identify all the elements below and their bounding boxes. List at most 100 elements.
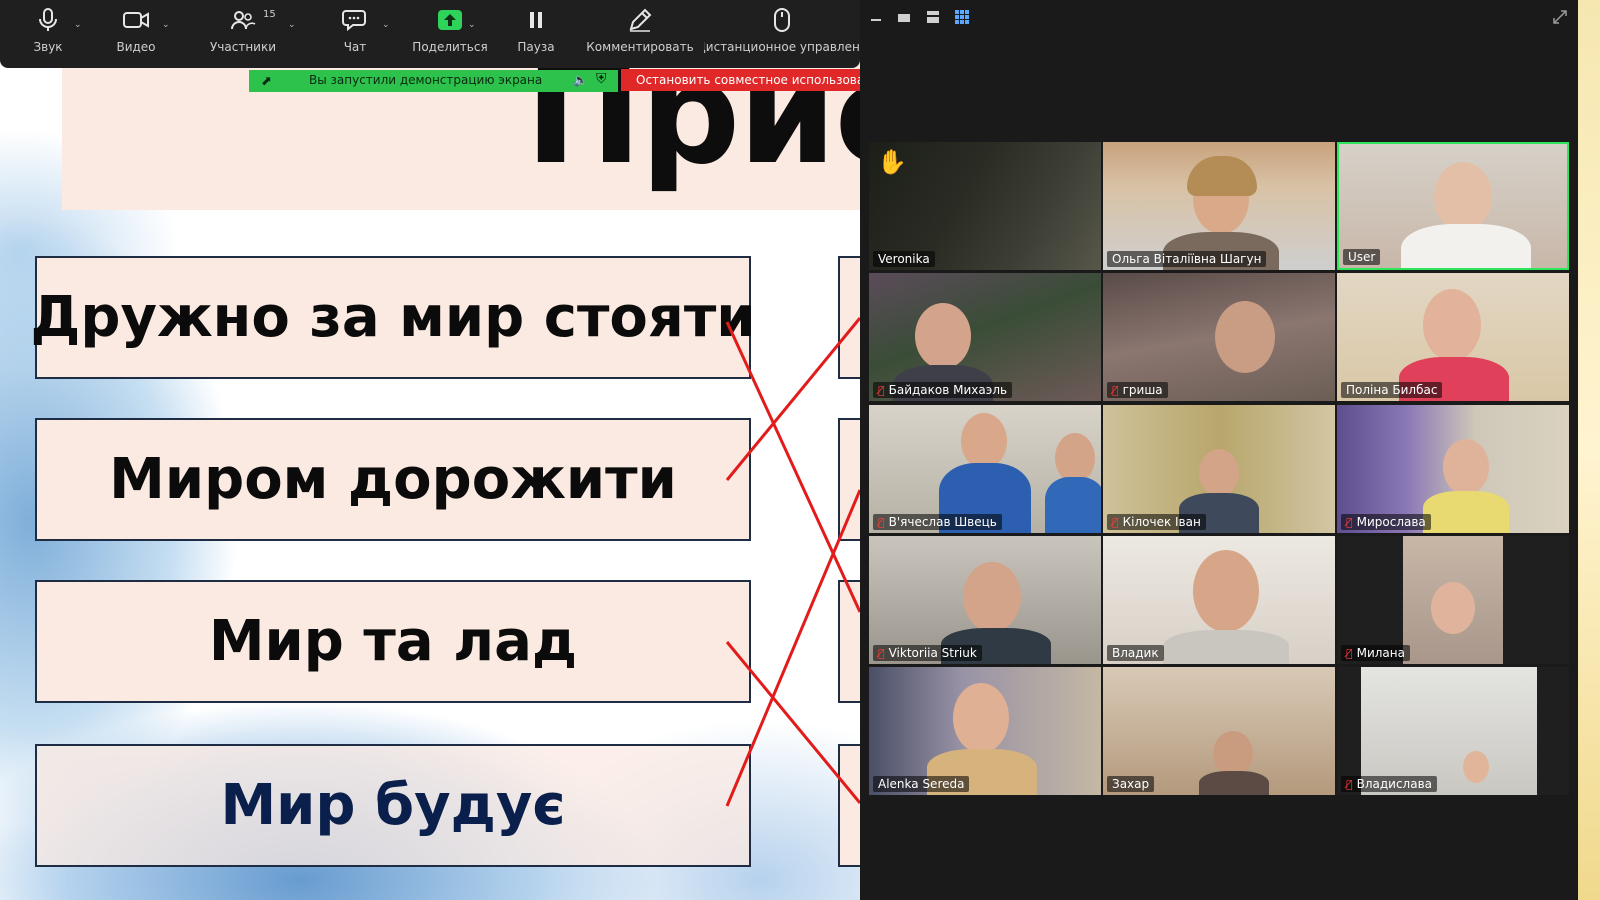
annotation-line — [725, 321, 860, 613]
chat-button[interactable]: Чат — [335, 0, 375, 68]
participant-name: 🎙̸ В'ячеслав Швець — [873, 514, 1002, 530]
participant-video — [1045, 477, 1101, 533]
participants-label: Участники — [209, 40, 277, 54]
muted-mic-icon: 🎙̸ — [1346, 647, 1353, 660]
participant-tile[interactable]: 🎙̸ Милана — [1337, 536, 1569, 664]
participant-name: 🎙̸ Байдаков Михаэль — [873, 382, 1013, 398]
participant-name: Alenka Sereda — [873, 776, 970, 792]
share-screen-icon — [437, 0, 463, 40]
pause-share-button[interactable]: Пауза — [508, 0, 564, 68]
sharing-status-bar: ⬈ Вы запустили демонстрацию экрана 🔈 ⛨ — [249, 70, 618, 92]
chat-bubble-icon — [342, 0, 368, 40]
participant-name: 🎙̸ Милана — [1341, 645, 1410, 661]
participants-count: 15 — [263, 9, 276, 20]
participant-video — [1463, 751, 1489, 783]
share-label: Поделиться — [412, 40, 488, 54]
remote-control-button[interactable]: Дистанционное управлени — [704, 0, 860, 68]
participant-video — [1199, 771, 1269, 795]
participant-tile[interactable]: Alenka Sereda — [869, 667, 1101, 795]
participant-tile[interactable]: ✋ Veronika — [869, 142, 1101, 270]
participant-tile[interactable]: 🎙̸ Владислава — [1337, 667, 1569, 795]
participant-name: Владик — [1107, 645, 1164, 661]
participant-video — [1401, 224, 1531, 268]
participant-name: Ольга Віталіївна Шагун — [1107, 251, 1267, 267]
gallery-view-icon[interactable] — [955, 9, 969, 24]
chevron-down-icon[interactable]: ⌄ — [162, 20, 170, 30]
participant-video — [915, 303, 971, 369]
annotation-line — [725, 489, 860, 807]
participant-video — [1431, 582, 1475, 634]
annotation-lines — [725, 317, 860, 807]
participant-name: 🎙̸ гриша — [1107, 382, 1168, 398]
pause-label: Пауза — [517, 40, 555, 54]
muted-mic-icon: 🎙̸ — [1112, 516, 1119, 529]
participant-name: 🎙̸ Мирослава — [1341, 514, 1431, 530]
participant-tile[interactable]: Захар — [1103, 667, 1335, 795]
participant-name-text: Владислава — [1356, 777, 1433, 791]
expand-icon[interactable] — [1552, 9, 1568, 24]
participant-name-text: Кілочек Іван — [1122, 515, 1201, 529]
pin-icon[interactable]: ⬈ — [261, 74, 272, 89]
shield-icon: ⛨ — [596, 71, 607, 87]
participant-tile[interactable]: Владик — [1103, 536, 1335, 664]
chat-label: Чат — [343, 40, 367, 54]
stop-share-button[interactable]: Остановить совместное использова — [621, 69, 860, 91]
participant-tile[interactable]: 🎙̸ Мирослава — [1337, 405, 1569, 533]
participant-tile[interactable]: Поліна Билбас — [1337, 273, 1569, 401]
annotate-label: Комментировать — [586, 40, 694, 54]
muted-mic-icon: 🎙̸ — [878, 647, 885, 660]
desktop-background-edge — [1578, 0, 1600, 900]
participant-name-text: Мирослава — [1356, 515, 1426, 529]
participant-tile[interactable]: 🎙̸ Байдаков Михаэль — [869, 273, 1101, 401]
participant-video — [1423, 289, 1481, 361]
pencil-icon — [627, 0, 653, 40]
speaker-icon[interactable]: 🔈 — [573, 73, 588, 87]
annotation-line — [725, 641, 860, 804]
share-button[interactable]: Поделиться — [408, 0, 492, 68]
remote-control-label: Дистанционное управлени — [704, 40, 860, 54]
participant-video — [1187, 156, 1257, 196]
participant-video — [961, 413, 1007, 469]
speaker-view-icon[interactable] — [897, 9, 911, 23]
participant-video — [963, 562, 1021, 632]
muted-mic-icon: 🎙̸ — [878, 516, 885, 529]
participant-tile[interactable]: 🎙̸ Viktoriia Striuk — [869, 536, 1101, 664]
participant-video — [1193, 550, 1259, 632]
chevron-down-icon[interactable]: ⌄ — [382, 20, 390, 30]
microphone-icon — [37, 0, 59, 40]
pause-icon — [528, 0, 544, 40]
participant-tile-active[interactable]: User — [1337, 142, 1569, 270]
annotate-button[interactable]: Комментировать — [586, 0, 694, 68]
participant-video — [1423, 491, 1509, 533]
participant-name-text: В'ячеслав Швець — [888, 515, 997, 529]
video-camera-icon — [122, 0, 150, 40]
participant-tile[interactable]: 🎙̸ гриша — [1103, 273, 1335, 401]
chevron-down-icon[interactable]: ⌄ — [74, 20, 82, 30]
participant-name-text: Милана — [1356, 646, 1405, 660]
participant-tile[interactable]: Ольга Віталіївна Шагун — [1103, 142, 1335, 270]
chevron-down-icon[interactable]: ⌄ — [288, 20, 296, 30]
participant-tile[interactable]: 🎙̸ Кілочек Іван — [1103, 405, 1335, 533]
participant-name-text: Байдаков Михаэль — [888, 383, 1008, 397]
participant-name: Поліна Билбас — [1341, 382, 1443, 398]
participant-name: 🎙̸ Viktoriia Striuk — [873, 645, 982, 661]
muted-mic-icon: 🎙̸ — [1346, 778, 1353, 791]
minimize-icon[interactable] — [870, 9, 882, 23]
participant-tile[interactable]: 🎙̸ В'ячеслав Швець — [869, 405, 1101, 533]
muted-mic-icon: 🎙̸ — [1112, 384, 1119, 397]
video-label: Видео — [116, 40, 156, 54]
gallery-panel: ✋ Veronika Ольга Віталіївна Шагун User 🎙… — [860, 0, 1578, 900]
video-button[interactable]: Видео — [108, 0, 164, 68]
audio-button[interactable]: Звук — [24, 0, 72, 68]
audio-label: Звук — [33, 40, 63, 54]
meeting-toolbar: Звук ⌄ Видео ⌄ Участники 15 ⌄ Чат ⌄ Поде… — [0, 0, 860, 68]
strip-view-icon[interactable] — [926, 9, 940, 23]
sharing-message: Вы запустили демонстрацию экрана — [309, 73, 543, 87]
participant-video — [1434, 162, 1492, 232]
chevron-down-icon[interactable]: ⌄ — [468, 20, 476, 30]
participant-name: 🎙̸ Кілочек Іван — [1107, 514, 1206, 530]
shared-slide: Прис Дружно за мир стояти Миром дорожити… — [0, 0, 860, 900]
raised-hand-icon: ✋ — [877, 148, 907, 176]
participant-name-text: гриша — [1122, 383, 1163, 397]
stop-share-label: Остановить совместное использова — [636, 73, 860, 87]
